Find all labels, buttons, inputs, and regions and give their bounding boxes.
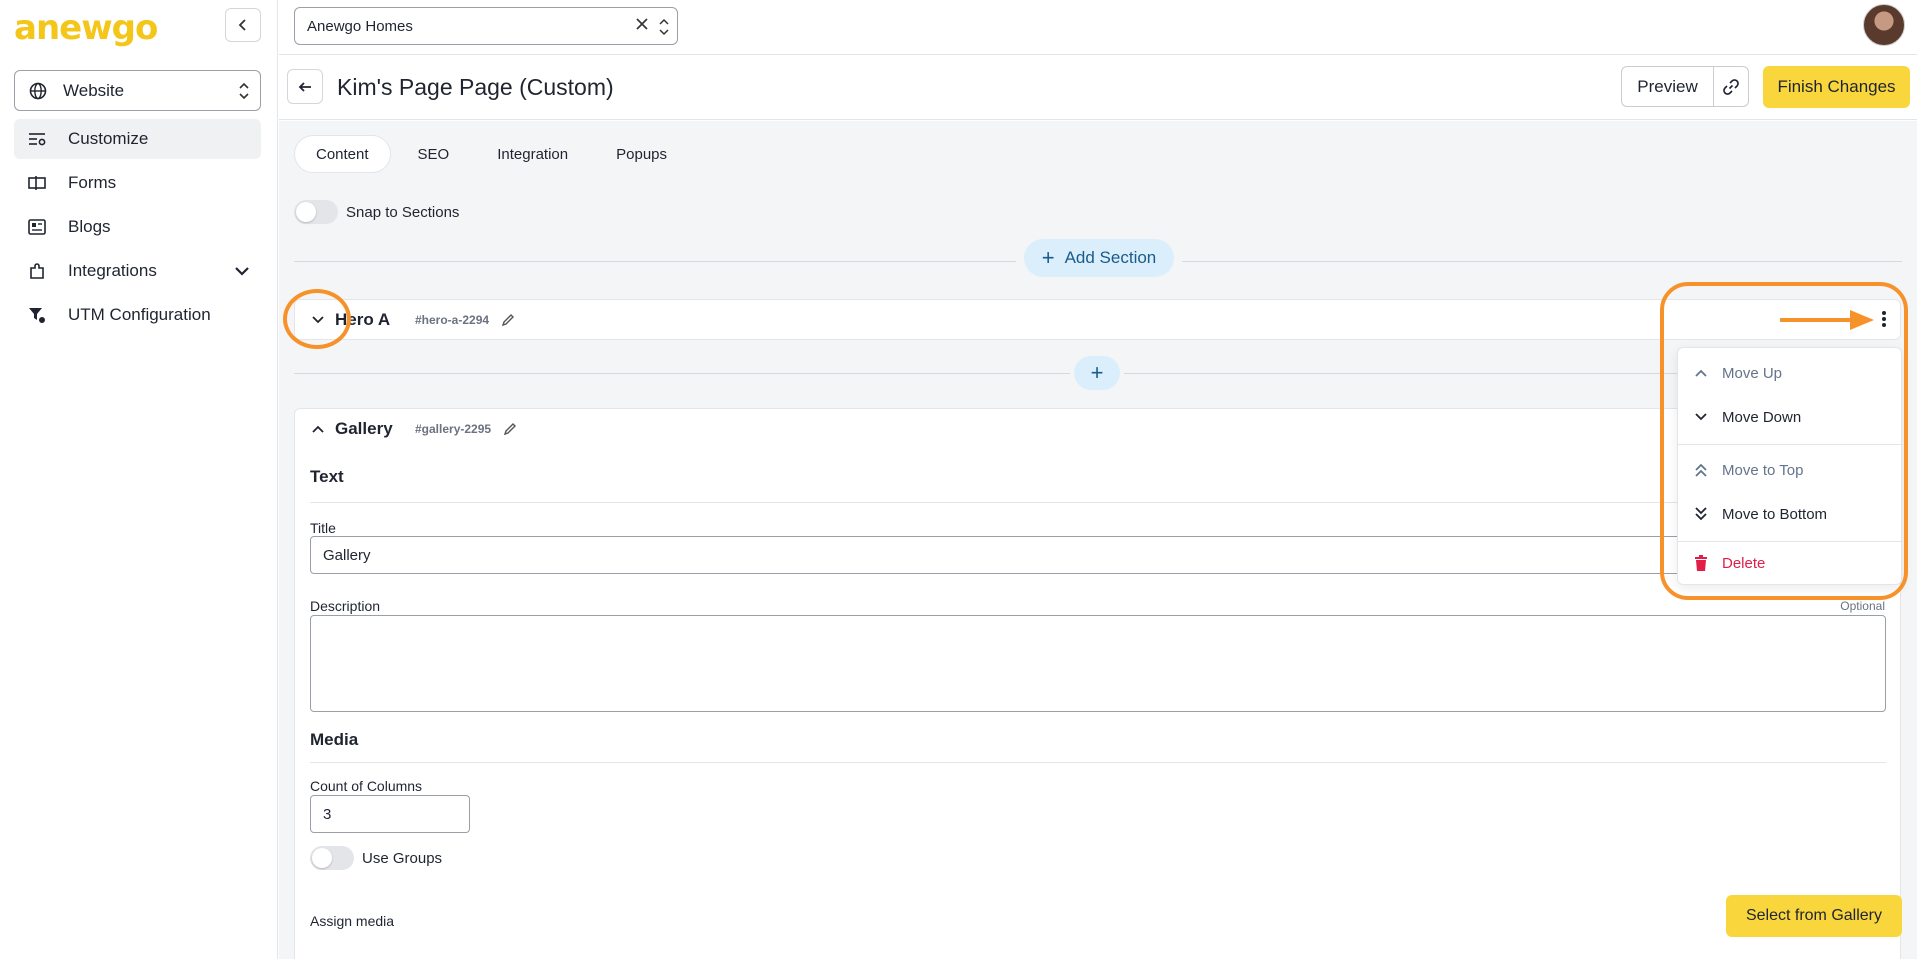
community-select[interactable]: Anewgo Homes [294, 7, 678, 45]
description-label: Description [310, 598, 381, 614]
section-name: Gallery [335, 418, 393, 438]
divider [310, 762, 1886, 763]
sidebar-item-utm[interactable]: UTM Configuration [14, 295, 261, 335]
arrow-left-icon [298, 81, 311, 92]
pencil-icon[interactable] [503, 422, 517, 436]
community-select-value: Anewgo Homes [307, 17, 413, 35]
sidebar-nav: Customize Forms Blogs Integrations UTM C… [14, 119, 261, 339]
finish-changes-button[interactable]: Finish Changes [1763, 66, 1910, 108]
sliders-icon [29, 133, 46, 146]
highlight-circle [283, 289, 351, 349]
newspaper-icon [28, 219, 46, 235]
copy-link-button[interactable] [1713, 66, 1749, 107]
columns-value: 3 [323, 805, 332, 823]
columns-input[interactable]: 3 [310, 795, 470, 833]
divider [1182, 261, 1902, 262]
chevron-left-icon [238, 19, 246, 31]
use-groups-toggle[interactable] [310, 846, 354, 870]
sidebar: anewgo Website Customize Forms Blogs Int… [0, 0, 278, 959]
form-icon [28, 176, 46, 190]
clear-icon[interactable] [635, 17, 649, 31]
link-icon [1723, 78, 1739, 95]
title-value: Gallery [323, 546, 371, 564]
plus-icon: + [1041, 245, 1055, 270]
add-section-button[interactable]: + Add Section [1024, 239, 1174, 277]
tab-content[interactable]: Content [294, 135, 391, 173]
sidebar-item-label: Integrations [68, 261, 157, 280]
sidebar-item-forms[interactable]: Forms [14, 163, 261, 203]
tab-popups[interactable]: Popups [595, 135, 688, 173]
back-button[interactable] [287, 69, 323, 104]
up-down-icon [239, 82, 249, 100]
pencil-icon[interactable] [501, 313, 515, 327]
sidebar-item-integrations[interactable]: Integrations [14, 251, 261, 291]
media-heading: Media [310, 730, 359, 749]
section-anchor: #gallery-2295 [415, 421, 492, 436]
anewgo-logo: anewgo [14, 8, 158, 48]
site-select[interactable]: Website [14, 70, 261, 111]
use-groups: Use Groups [310, 846, 442, 870]
tab-integration[interactable]: Integration [476, 135, 589, 173]
top-bar: Anewgo Homes [279, 0, 1917, 55]
description-textarea[interactable] [310, 615, 1886, 712]
select-from-gallery-button[interactable]: Select from Gallery [1726, 895, 1902, 937]
add-section-label: Add Section [1064, 248, 1157, 267]
user-avatar[interactable] [1863, 4, 1905, 46]
sidebar-item-label: Customize [68, 129, 149, 148]
divider [294, 261, 1016, 262]
sidebar-item-blogs[interactable]: Blogs [14, 207, 261, 247]
sidebar-item-label: UTM Configuration [68, 305, 211, 324]
site-select-value: Website [63, 80, 125, 100]
text-heading: Text [310, 467, 344, 486]
puzzle-icon [30, 263, 44, 279]
tab-seo[interactable]: SEO [397, 135, 471, 173]
up-down-icon [659, 18, 669, 36]
snap-to-sections: Snap to Sections [294, 200, 459, 224]
globe-icon [29, 82, 47, 99]
page-header: Kim's Page Page (Custom) Preview Finish … [279, 55, 1917, 120]
sidebar-item-label: Forms [68, 173, 117, 192]
insert-section-button[interactable]: + [1074, 356, 1120, 390]
snap-toggle[interactable] [294, 200, 338, 224]
title-input[interactable]: Gallery [310, 536, 1886, 574]
divider [294, 373, 1070, 374]
sidebar-item-customize[interactable]: Customize [14, 119, 261, 159]
highlight-box [1660, 282, 1908, 600]
snap-label: Snap to Sections [346, 203, 460, 221]
optional-label: Optional [1840, 599, 1885, 613]
columns-label: Count of Columns [310, 778, 423, 794]
plus-icon: + [1090, 360, 1104, 385]
collapse-sidebar-button[interactable] [225, 8, 261, 42]
assign-media-label: Assign media [310, 913, 395, 929]
preview-button[interactable]: Preview [1621, 66, 1713, 107]
page-title: Kim's Page Page (Custom) [337, 74, 614, 100]
chevron-down-icon [235, 267, 249, 276]
chevron-up-icon[interactable] [311, 422, 325, 436]
sidebar-item-label: Blogs [68, 217, 111, 236]
filter-gear-icon [29, 308, 45, 323]
section-anchor: #hero-a-2294 [415, 312, 490, 327]
use-groups-label: Use Groups [362, 849, 443, 867]
title-label: Title [310, 520, 336, 536]
divider [310, 502, 1886, 503]
tab-bar: Content SEO Integration Popups [294, 135, 694, 173]
